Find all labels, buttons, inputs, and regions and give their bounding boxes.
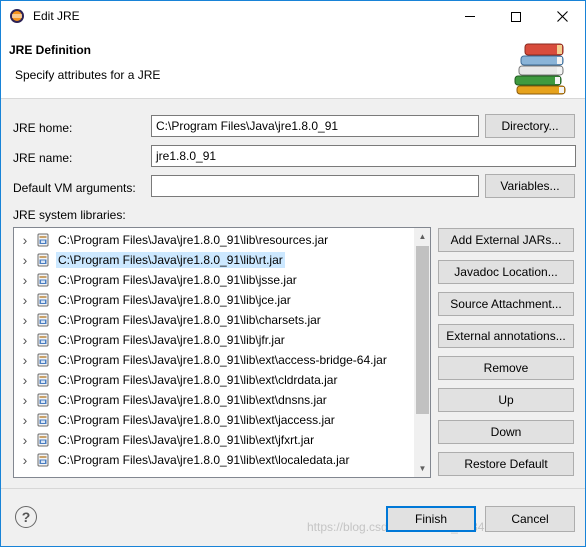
up-button[interactable]: Up xyxy=(438,388,574,412)
library-row[interactable]: › C:\Program Files\Java\jre1.8.0_91\lib\e… xyxy=(14,430,414,450)
chevron-right-icon[interactable]: › xyxy=(18,392,32,408)
library-row[interactable]: › C:\Program Files\Java\jre1.8.0_91\lib\e… xyxy=(14,450,414,470)
close-button[interactable] xyxy=(539,1,585,32)
banner-description: Specify attributes for a JRE xyxy=(15,68,161,82)
chevron-right-icon[interactable]: › xyxy=(18,372,32,388)
maximize-button[interactable] xyxy=(493,1,539,32)
jar-icon xyxy=(37,293,49,307)
chevron-right-icon[interactable]: › xyxy=(18,312,32,328)
external-annotations-button[interactable]: External annotations... xyxy=(438,324,574,348)
close-icon xyxy=(556,11,568,22)
help-icon[interactable]: ? xyxy=(15,506,37,528)
jar-icon xyxy=(37,453,49,467)
minimize-button[interactable] xyxy=(447,1,493,32)
library-row[interactable]: › C:\Program Files\Java\jre1.8.0_91\lib\e… xyxy=(14,350,414,370)
jar-icon xyxy=(37,393,49,407)
library-row[interactable]: › C:\Program Files\Java\jre1.8.0_91\lib\j… xyxy=(14,330,414,350)
jre-name-label: JRE name: xyxy=(13,151,73,165)
jar-icon xyxy=(37,273,49,287)
library-row[interactable]: › C:\Program Files\Java\jre1.8.0_91\lib\e… xyxy=(14,410,414,430)
jar-icon xyxy=(37,413,49,427)
edit-jre-dialog: Edit JRE JRE Definition Specify attribut… xyxy=(0,0,586,547)
jar-icon xyxy=(37,433,49,447)
cancel-button[interactable]: Cancel xyxy=(485,506,575,532)
library-path: C:\Program Files\Java\jre1.8.0_91\lib\ex… xyxy=(58,393,327,407)
window-title: Edit JRE xyxy=(33,9,80,23)
header-banner: JRE Definition Specify attributes for a … xyxy=(1,32,585,99)
minimize-icon xyxy=(465,16,475,17)
jre-name-input[interactable]: jre1.8.0_91 xyxy=(151,145,576,167)
library-row[interactable]: › C:\Program Files\Java\jre1.8.0_91\lib\r… xyxy=(14,250,414,270)
jar-icon xyxy=(37,353,49,367)
library-path: C:\Program Files\Java\jre1.8.0_91\lib\js… xyxy=(58,273,297,287)
source-attachment-button[interactable]: Source Attachment... xyxy=(438,292,574,316)
library-path: C:\Program Files\Java\jre1.8.0_91\lib\jf… xyxy=(58,333,285,347)
chevron-right-icon[interactable]: › xyxy=(18,452,32,468)
jar-icon xyxy=(37,253,49,267)
jar-icon xyxy=(37,373,49,387)
variables-button[interactable]: Variables... xyxy=(485,174,575,198)
library-row[interactable]: › C:\Program Files\Java\jre1.8.0_91\lib\e… xyxy=(14,390,414,410)
library-path: C:\Program Files\Java\jre1.8.0_91\lib\ex… xyxy=(58,413,335,427)
chevron-right-icon[interactable]: › xyxy=(18,232,32,248)
add-external-jars-button[interactable]: Add External JARs... xyxy=(438,228,574,252)
footer-separator xyxy=(1,488,585,489)
library-row[interactable]: › C:\Program Files\Java\jre1.8.0_91\lib\j… xyxy=(14,290,414,310)
remove-button[interactable]: Remove xyxy=(438,356,574,380)
library-path: C:\Program Files\Java\jre1.8.0_91\lib\ex… xyxy=(58,433,315,447)
library-row[interactable]: › C:\Program Files\Java\jre1.8.0_91\lib\e… xyxy=(14,370,414,390)
chevron-right-icon[interactable]: › xyxy=(18,332,32,348)
down-button[interactable]: Down xyxy=(438,420,574,444)
jar-icon xyxy=(37,233,49,247)
chevron-right-icon[interactable]: › xyxy=(18,252,32,268)
jre-home-input[interactable]: C:\Program Files\Java\jre1.8.0_91 xyxy=(151,115,479,137)
library-path: C:\Program Files\Java\jre1.8.0_91\lib\jc… xyxy=(58,293,291,307)
finish-button[interactable]: Finish xyxy=(386,506,476,532)
vertical-scrollbar[interactable]: ▲ ▼ xyxy=(414,228,430,477)
directory-button[interactable]: Directory... xyxy=(485,114,575,138)
libraries-tree[interactable]: › C:\Program Files\Java\jre1.8.0_91\lib\r… xyxy=(13,227,431,478)
library-row[interactable]: › C:\Program Files\Java\jre1.8.0_91\lib\r… xyxy=(14,230,414,250)
javadoc-location-button[interactable]: Javadoc Location... xyxy=(438,260,574,284)
libraries-label: JRE system libraries: xyxy=(13,208,126,222)
books-stack-icon xyxy=(514,43,566,95)
library-path: C:\Program Files\Java\jre1.8.0_91\lib\re… xyxy=(58,233,329,247)
maximize-icon xyxy=(511,11,521,22)
chevron-right-icon[interactable]: › xyxy=(18,292,32,308)
library-path: C:\Program Files\Java\jre1.8.0_91\lib\rt… xyxy=(56,252,285,268)
library-row[interactable]: › C:\Program Files\Java\jre1.8.0_91\lib\c… xyxy=(14,310,414,330)
eclipse-icon xyxy=(10,9,24,23)
scroll-thumb[interactable] xyxy=(416,246,429,414)
library-path: C:\Program Files\Java\jre1.8.0_91\lib\ex… xyxy=(58,373,338,387)
jre-home-label: JRE home: xyxy=(13,121,73,135)
vm-args-input[interactable] xyxy=(151,175,479,197)
library-path: C:\Program Files\Java\jre1.8.0_91\lib\ch… xyxy=(58,313,321,327)
banner-title: JRE Definition xyxy=(9,43,92,57)
jar-icon xyxy=(37,313,49,327)
chevron-right-icon[interactable]: › xyxy=(18,352,32,368)
library-path: C:\Program Files\Java\jre1.8.0_91\lib\ex… xyxy=(58,353,387,367)
restore-default-button[interactable]: Restore Default xyxy=(438,452,574,476)
jar-icon xyxy=(37,333,49,347)
chevron-right-icon[interactable]: › xyxy=(18,432,32,448)
title-bar: Edit JRE xyxy=(1,1,585,32)
library-path: C:\Program Files\Java\jre1.8.0_91\lib\ex… xyxy=(58,453,350,467)
chevron-right-icon[interactable]: › xyxy=(18,412,32,428)
scroll-down-icon[interactable]: ▼ xyxy=(414,460,430,477)
chevron-right-icon[interactable]: › xyxy=(18,272,32,288)
library-row[interactable]: › C:\Program Files\Java\jre1.8.0_91\lib\j… xyxy=(14,270,414,290)
vm-args-label: Default VM arguments: xyxy=(13,181,136,195)
scroll-up-icon[interactable]: ▲ xyxy=(414,228,430,245)
